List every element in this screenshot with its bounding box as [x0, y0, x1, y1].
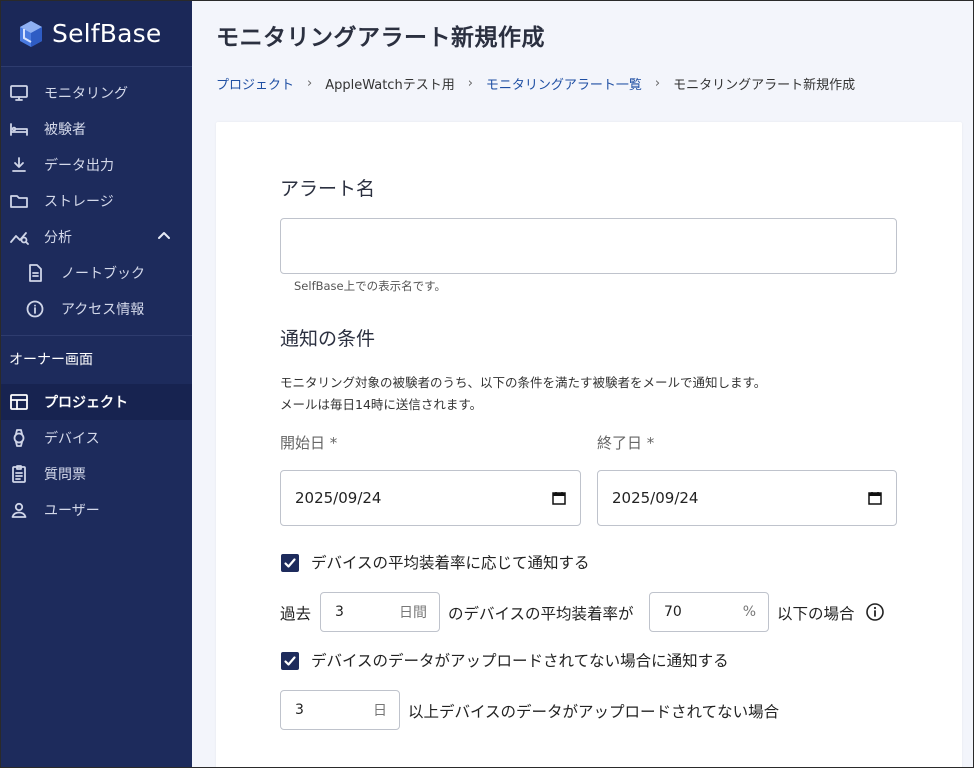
- wear-rate-checkbox-label[interactable]: デバイスの平均装着率に応じて通知する: [311, 551, 590, 573]
- start-date-label: 開始日 *: [280, 434, 338, 452]
- wear-end-label: 以下の場合: [777, 605, 855, 623]
- start-date-input[interactable]: 2025/09/24: [280, 470, 581, 526]
- sidebar-item-subjects[interactable]: 被験者: [1, 111, 192, 147]
- alert-name-input[interactable]: [280, 218, 897, 274]
- sidebar-item-projects[interactable]: プロジェクト: [1, 384, 192, 420]
- wear-days-input[interactable]: 3 日間: [320, 592, 440, 632]
- sidebar-item-notebook[interactable]: ノートブック: [1, 255, 192, 291]
- page-title: モニタリングアラート新規作成: [216, 25, 545, 51]
- selfbase-logo-icon: [20, 20, 42, 47]
- sidebar-item-monitoring[interactable]: モニタリング: [1, 75, 192, 111]
- sidebar-item-label: アクセス情報: [61, 302, 145, 318]
- owner-section-title: オーナー画面: [9, 352, 93, 368]
- upload-days-unit: 日: [373, 703, 387, 719]
- chevron-right-icon: ›: [654, 75, 661, 91]
- download-icon: [9, 155, 29, 175]
- sidebar-item-label: 被験者: [44, 122, 86, 138]
- info-icon[interactable]: [865, 602, 885, 622]
- clipboard-icon: [9, 464, 29, 484]
- sidebar-nav: モニタリング 被験者 データ出力 ストレージ 分析 ノートブック アクセス情報: [1, 67, 192, 327]
- brand[interactable]: SelfBase: [1, 1, 192, 67]
- chevron-up-icon[interactable]: [156, 228, 172, 244]
- sidebar-item-label: プロジェクト: [44, 395, 128, 411]
- alert-name-helper: SelfBase上での表示名です。: [294, 279, 446, 293]
- calendar-icon[interactable]: [868, 491, 882, 505]
- wear-mid-label: のデバイスの平均装着率が: [448, 605, 634, 623]
- breadcrumb: プロジェクト › AppleWatchテスト用 › モニタリングアラート一覧 ›…: [216, 73, 961, 93]
- past-label: 過去: [280, 605, 312, 623]
- analytics-icon: [9, 227, 29, 247]
- sidebar-item-label: モニタリング: [44, 86, 128, 102]
- sidebar-item-label: ユーザー: [44, 503, 100, 519]
- end-date-input[interactable]: 2025/09/24: [597, 470, 897, 526]
- wear-rate-unit: %: [742, 604, 756, 620]
- wear-rate-input[interactable]: 70 %: [649, 592, 769, 632]
- document-icon: [25, 263, 45, 283]
- chevron-right-icon: ›: [467, 75, 473, 91]
- checkmark-icon: [284, 558, 296, 568]
- person-icon: [9, 500, 29, 520]
- upload-checkbox[interactable]: [281, 652, 299, 670]
- sidebar-item-questionnaires[interactable]: 質問票: [1, 456, 192, 492]
- wear-days-unit: 日間: [399, 605, 427, 621]
- sidebar-item-label: 分析: [44, 230, 72, 246]
- monitor-icon: [9, 83, 29, 103]
- upload-checkbox-label[interactable]: デバイスのデータがアップロードされてない場合に通知する: [311, 649, 729, 671]
- upload-days-input[interactable]: 3 日: [280, 690, 400, 730]
- watch-icon: [9, 428, 29, 448]
- sidebar-item-label: ノートブック: [61, 266, 145, 282]
- info-icon: [25, 299, 45, 319]
- main-content: モニタリングアラート新規作成 プロジェクト › AppleWatchテスト用 ›…: [192, 1, 973, 767]
- end-date-value: 2025/09/24: [612, 489, 699, 507]
- sidebar-item-analysis[interactable]: 分析: [1, 219, 192, 255]
- end-date-label: 終了日 *: [597, 434, 655, 452]
- chevron-right-icon: ›: [307, 75, 313, 91]
- calendar-icon[interactable]: [552, 491, 566, 505]
- owner-nav: プロジェクト デバイス 質問票 ユーザー: [1, 382, 192, 528]
- breadcrumb-project: AppleWatchテスト用: [325, 77, 455, 93]
- checkmark-icon: [284, 656, 296, 666]
- sidebar-item-access-info[interactable]: アクセス情報: [1, 291, 192, 327]
- upload-days-value: 3: [295, 702, 304, 718]
- breadcrumb-current: モニタリングアラート新規作成: [673, 77, 856, 93]
- sidebar-item-label: ストレージ: [44, 194, 114, 210]
- conditions-desc-line2: メールは毎日14時に送信されます。: [280, 397, 483, 412]
- wear-days-value: 3: [335, 604, 344, 620]
- breadcrumb-link-alert-list[interactable]: モニタリングアラート一覧: [486, 74, 642, 93]
- sidebar-item-label: データ出力: [44, 158, 114, 174]
- brand-name: SelfBase: [52, 19, 162, 48]
- app-window: SelfBase モニタリング 被験者 データ出力 ストレージ 分析 ノートブッ…: [0, 0, 974, 768]
- alert-name-section-title: アラート名: [280, 178, 376, 200]
- sidebar: SelfBase モニタリング 被験者 データ出力 ストレージ 分析 ノートブッ…: [1, 1, 192, 767]
- start-date-value: 2025/09/24: [295, 489, 382, 507]
- conditions-desc-line1: モニタリング対象の被験者のうち、以下の条件を満たす被験者をメールで通知します。: [280, 375, 767, 390]
- bed-icon: [9, 119, 29, 139]
- sidebar-item-devices[interactable]: デバイス: [1, 420, 192, 456]
- breadcrumb-link-projects[interactable]: プロジェクト: [216, 74, 294, 93]
- sidebar-item-storage[interactable]: ストレージ: [1, 183, 192, 219]
- folder-icon: [9, 191, 29, 211]
- sidebar-item-users[interactable]: ユーザー: [1, 492, 192, 528]
- wear-rate-value: 70: [664, 604, 682, 620]
- sidebar-item-label: デバイス: [44, 431, 100, 447]
- alert-form-card: アラート名 SelfBase上での表示名です。 通知の条件 モニタリング対象の被…: [216, 122, 962, 767]
- sidebar-item-label: 質問票: [44, 467, 86, 483]
- table-icon: [9, 392, 29, 412]
- sidebar-item-data-export[interactable]: データ出力: [1, 147, 192, 183]
- wear-rate-checkbox[interactable]: [281, 554, 299, 572]
- upload-end-label: 以上デバイスのデータがアップロードされてない場合: [408, 703, 780, 721]
- conditions-section-title: 通知の条件: [280, 328, 376, 350]
